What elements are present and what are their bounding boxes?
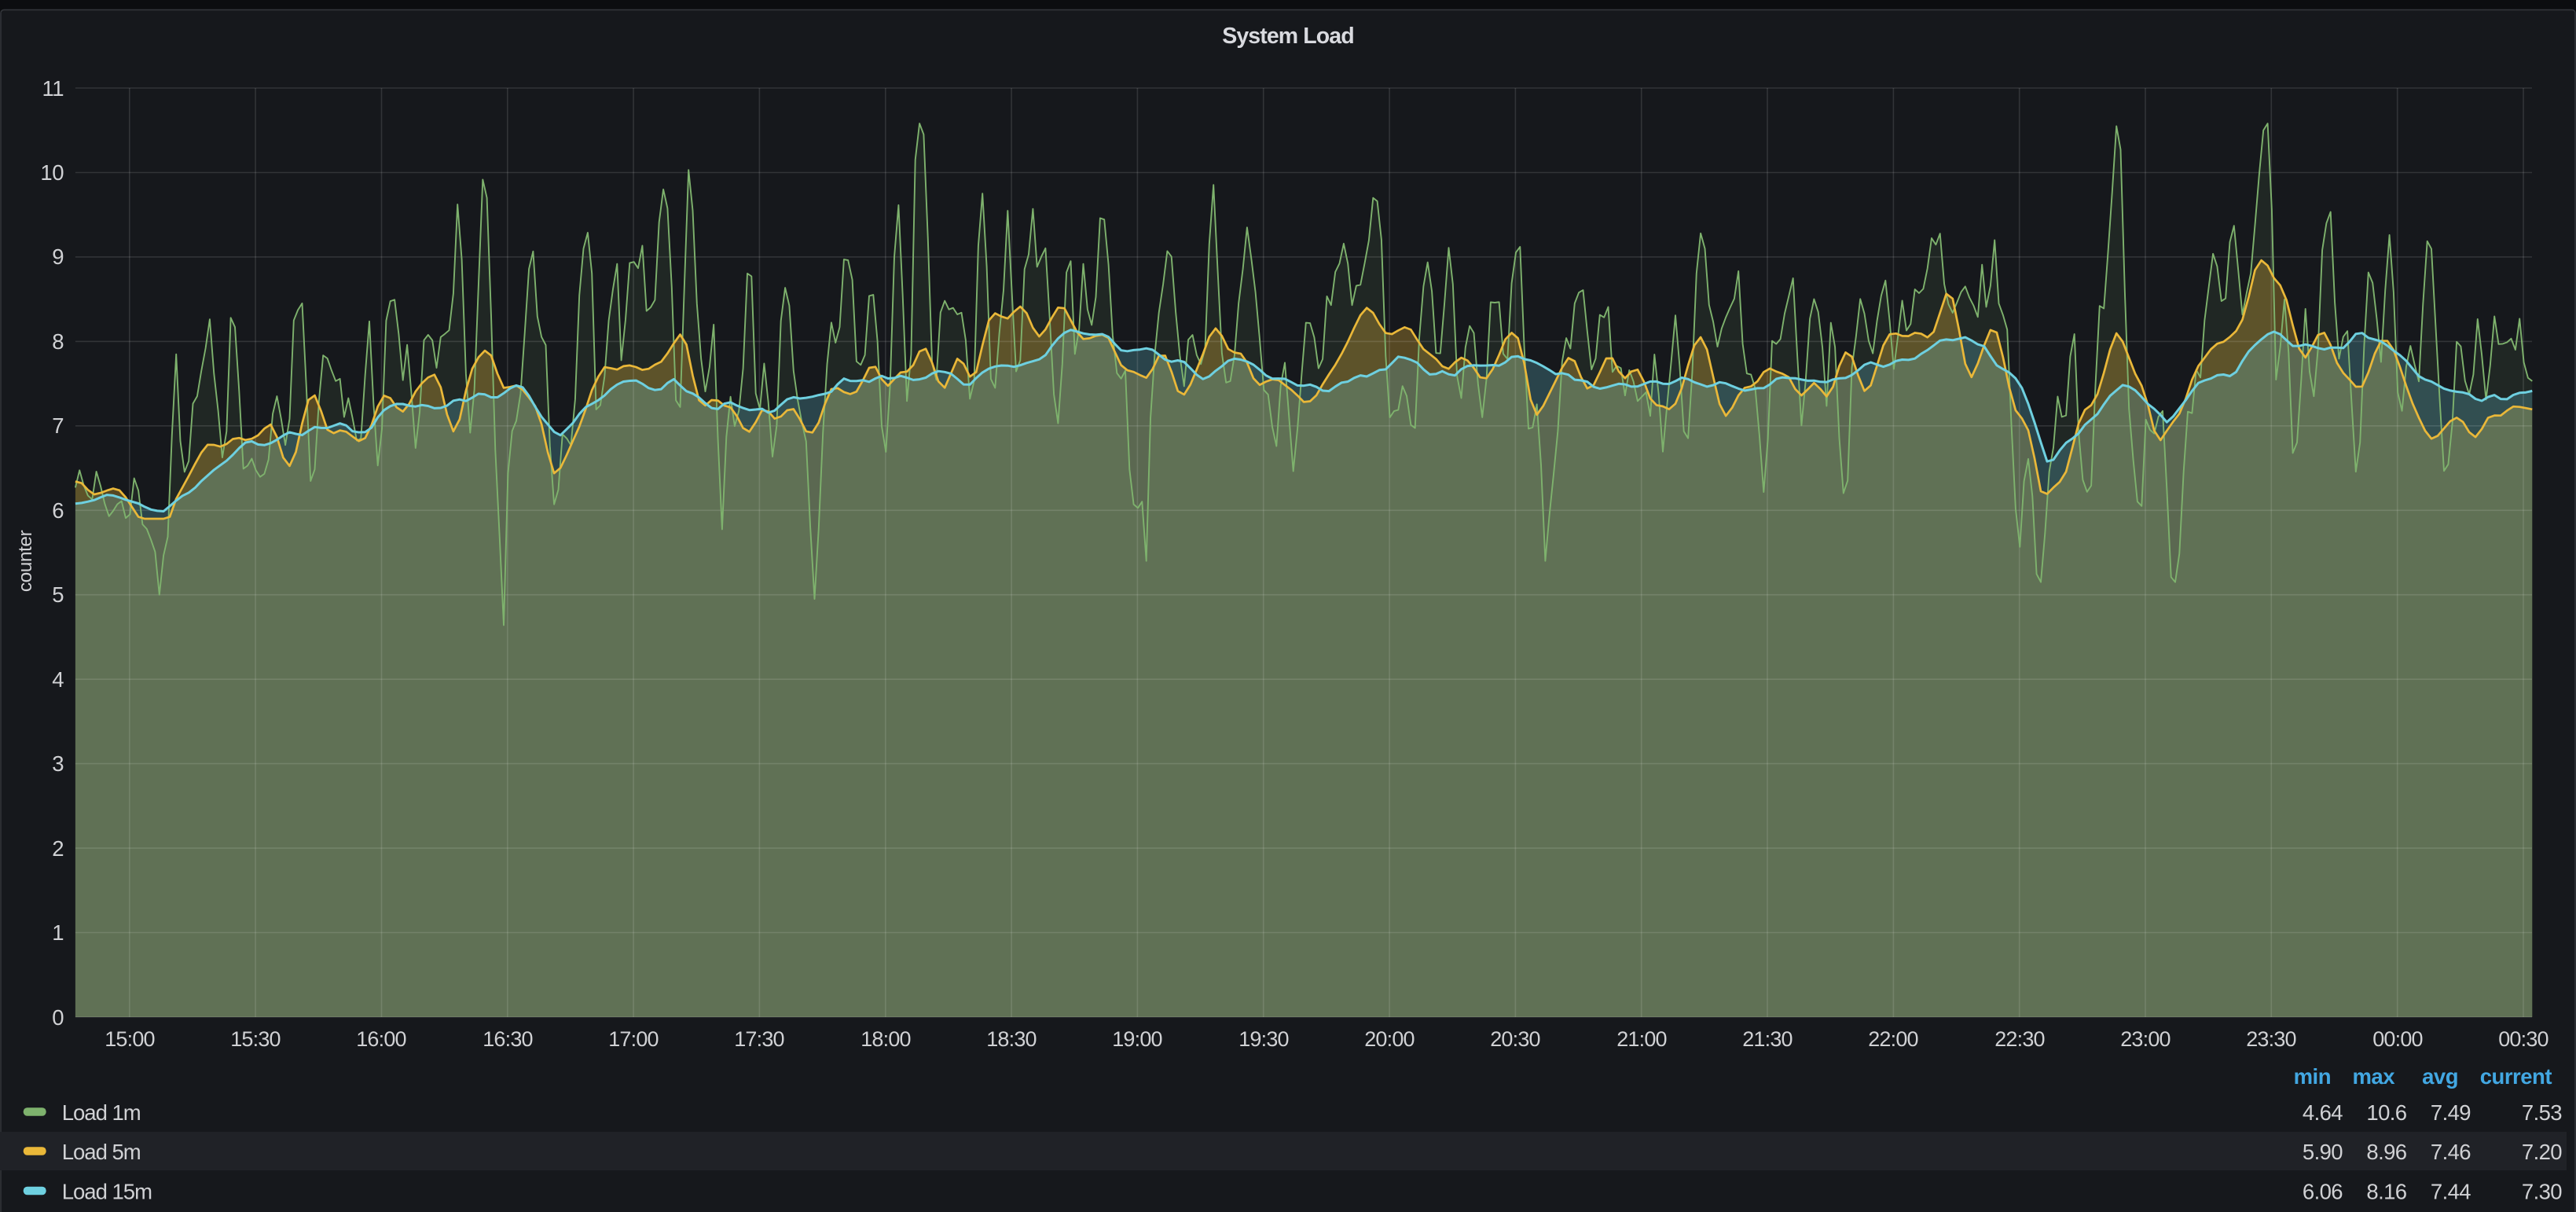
svg-text:23:30: 23:30 — [2246, 1027, 2296, 1051]
svg-text:00:30: 00:30 — [2498, 1027, 2548, 1051]
svg-text:00:00: 00:00 — [2372, 1027, 2423, 1051]
svg-text:7.20: 7.20 — [2522, 1140, 2562, 1164]
svg-text:23:00: 23:00 — [2120, 1027, 2171, 1051]
svg-text:Load 15m: Load 15m — [62, 1179, 152, 1203]
svg-text:10: 10 — [40, 160, 64, 185]
svg-text:4.64: 4.64 — [2303, 1100, 2343, 1125]
svg-text:5: 5 — [52, 582, 64, 607]
svg-text:1: 1 — [52, 920, 64, 945]
svg-text:7.46: 7.46 — [2431, 1140, 2471, 1164]
svg-text:15:30: 15:30 — [230, 1027, 281, 1051]
svg-text:max: max — [2352, 1064, 2395, 1089]
svg-text:9: 9 — [52, 244, 64, 269]
svg-text:16:00: 16:00 — [356, 1027, 406, 1051]
svg-text:20:30: 20:30 — [1490, 1027, 1540, 1051]
svg-text:min: min — [2294, 1064, 2331, 1089]
svg-text:7.53: 7.53 — [2522, 1100, 2562, 1125]
svg-text:0: 0 — [52, 1005, 64, 1030]
svg-text:15:00: 15:00 — [105, 1027, 155, 1051]
svg-text:counter: counter — [15, 531, 36, 593]
svg-text:22:00: 22:00 — [1868, 1027, 1918, 1051]
svg-text:18:00: 18:00 — [861, 1027, 911, 1051]
svg-text:16:30: 16:30 — [483, 1027, 533, 1051]
svg-text:Load 5m: Load 5m — [62, 1140, 141, 1164]
svg-text:7.30: 7.30 — [2522, 1179, 2562, 1203]
svg-text:18:30: 18:30 — [986, 1027, 1037, 1051]
svg-text:21:00: 21:00 — [1616, 1027, 1667, 1051]
svg-text:3: 3 — [52, 751, 64, 776]
svg-text:8.96: 8.96 — [2366, 1140, 2406, 1164]
svg-text:7.49: 7.49 — [2431, 1100, 2471, 1125]
svg-text:7: 7 — [52, 413, 64, 438]
svg-text:6: 6 — [52, 498, 64, 523]
svg-text:7.44: 7.44 — [2431, 1179, 2471, 1203]
svg-text:System Load: System Load — [1222, 24, 1354, 49]
svg-text:19:30: 19:30 — [1238, 1027, 1289, 1051]
svg-text:current: current — [2480, 1064, 2552, 1089]
svg-text:17:00: 17:00 — [608, 1027, 659, 1051]
svg-text:5.90: 5.90 — [2303, 1140, 2343, 1164]
svg-text:8.16: 8.16 — [2366, 1179, 2406, 1203]
svg-text:8: 8 — [52, 329, 64, 354]
svg-text:6.06: 6.06 — [2303, 1179, 2343, 1203]
svg-text:10.6: 10.6 — [2366, 1100, 2406, 1125]
svg-text:20:00: 20:00 — [1364, 1027, 1415, 1051]
svg-text:avg: avg — [2422, 1064, 2458, 1089]
svg-text:19:00: 19:00 — [1112, 1027, 1162, 1051]
svg-text:21:30: 21:30 — [1742, 1027, 1793, 1051]
svg-text:4: 4 — [52, 667, 64, 692]
svg-text:Load 1m: Load 1m — [62, 1100, 141, 1125]
svg-text:2: 2 — [52, 836, 64, 861]
svg-text:22:30: 22:30 — [1994, 1027, 2045, 1051]
svg-text:11: 11 — [42, 76, 64, 101]
svg-text:17:30: 17:30 — [734, 1027, 784, 1051]
